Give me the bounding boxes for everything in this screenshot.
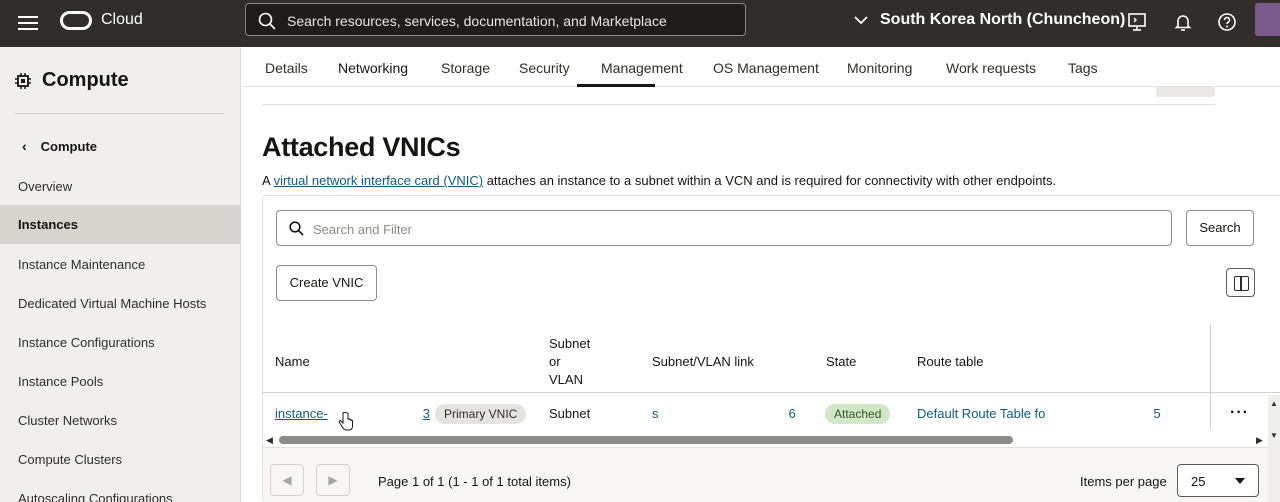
page-vertical-scrollbar[interactable]: ▲ ▼ [1268,395,1280,502]
table-header: Name Subnet or VLAN Subnet/VLAN link Sta… [263,324,1280,393]
search-filter-input[interactable]: Search and Filter [276,210,1172,246]
tab-security[interactable]: Security [519,60,570,76]
sidebar-back-link[interactable]: ‹ Compute [22,138,97,154]
scroll-left-icon[interactable]: ◀ [266,435,273,446]
redacted-text [658,407,789,422]
previous-page-button[interactable]: ◀ [270,464,304,496]
top-bar: Cloud Search resources, services, docume… [0,0,1280,47]
region-selector[interactable]: South Korea North (Chuncheon) [880,11,1125,29]
description-suffix: attaches an instance to a subnet within … [483,173,1057,188]
help-icon[interactable] [1216,11,1238,33]
cloud-shell-icon[interactable] [1126,11,1148,33]
sidebar-item-instances[interactable]: Instances [0,205,241,244]
route-table-link[interactable]: Default Route Table fo 5 [917,406,1161,422]
tab-storage[interactable]: Storage [441,60,490,76]
chevron-down-icon[interactable] [853,14,869,26]
subnet-link-end: 6 [788,406,796,421]
pagination-summary: Page 1 of 1 (1 - 1 of 1 total items) [378,474,571,489]
items-per-page-label: Items per page [1080,474,1167,489]
vnic-doc-link[interactable]: virtual network interface card (VNIC) [274,173,484,188]
sidebar-item-instance-configurations[interactable]: Instance Configurations [0,323,241,362]
sidebar-item-overview[interactable]: Overview [0,167,241,206]
sidebar-item-compute-clusters[interactable]: Compute Clusters [0,440,241,479]
tab-networking[interactable]: Networking [338,60,408,76]
vnics-panel: Search and Filter Search Create VNIC Nam… [262,195,1280,502]
redacted-text [1045,407,1154,422]
caret-down-icon [1235,478,1245,484]
sidebar-title-label: Compute [42,69,129,91]
subnet-link[interactable]: s6 [652,406,796,422]
truncated-button[interactable] [1156,87,1215,97]
search-button[interactable]: Search [1186,210,1254,246]
sidebar-item-instance-maintenance[interactable]: Instance Maintenance [0,245,241,284]
sidebar-item-cluster-networks[interactable]: Cluster Networks [0,401,241,440]
vnic-name-start: instance- [275,406,328,421]
global-search-input[interactable]: Search resources, services, documentatio… [245,3,746,36]
sidebar-item-instance-pools[interactable]: Instance Pools [0,362,241,401]
create-vnic-button[interactable]: Create VNIC [276,265,377,301]
route-table-end: 5 [1153,406,1161,421]
main-content: Attached VNICs A virtual network interfa… [242,87,1280,502]
chevron-left-icon: ‹ [22,138,27,154]
header-route-table[interactable]: Route table [917,354,984,369]
scroll-down-icon[interactable]: ▼ [1270,431,1278,440]
columns-toggle-icon[interactable] [1226,268,1255,297]
hand-cursor-icon [338,412,353,431]
sidebar: Compute ‹ Compute Overview Instances Ins… [0,47,241,502]
global-search-placeholder: Search resources, services, documentatio… [287,13,667,29]
header-subnet-or-vlan-1[interactable]: Subnet [549,336,590,351]
search-icon [289,221,304,236]
header-name[interactable]: Name [275,354,310,369]
tab-os-management[interactable]: OS Management [713,60,819,76]
horizontal-scrollbar[interactable]: ◀ ▶ [263,433,1280,447]
vnic-name-end: 3 [422,406,430,421]
brand-label[interactable]: Cloud [101,11,143,29]
notifications-bell-icon[interactable] [1172,11,1194,33]
tab-details[interactable]: Details [265,60,308,76]
section-description: A virtual network interface card (VNIC) … [262,173,1056,188]
detail-tabs: Details Networking Storage Security Mana… [242,47,1280,87]
tab-work-requests[interactable]: Work requests [946,60,1036,76]
header-state[interactable]: State [826,354,856,369]
scrollbar-thumb[interactable] [279,436,1013,444]
route-table-start: Default Route Table fo [917,406,1046,421]
next-page-button[interactable]: ▶ [316,464,350,496]
scroll-right-icon[interactable]: ▶ [1256,435,1263,446]
section-divider [262,104,1215,105]
search-icon [258,12,276,30]
search-filter-placeholder: Search and Filter [313,222,412,237]
vnic-type: Subnet [549,406,591,421]
items-per-page-value: 25 [1191,474,1206,489]
row-actions-icon[interactable]: ··· [1230,404,1249,422]
tab-management[interactable]: Management [601,60,683,76]
sidebar-item-autoscaling-configurations[interactable]: Autoscaling Configurations [0,479,241,502]
state-badge: Attached [825,404,891,424]
header-subnet-or-vlan-3: VLAN [549,372,583,387]
tab-monitoring[interactable]: Monitoring [847,60,912,76]
table-row: instance- 3 Primary VNIC Subnet s6 Attach… [263,394,1280,432]
items-per-page-select[interactable]: 25 [1177,464,1259,497]
description-prefix: A [262,173,274,188]
section-title: Attached VNICs [262,132,461,162]
sidebar-divider [14,113,224,114]
oracle-logo-icon[interactable] [60,11,92,30]
sidebar-back-label: Compute [40,138,98,154]
scroll-up-icon[interactable]: ▲ [1270,399,1278,408]
user-avatar[interactable] [1255,3,1280,36]
pagination-bar: ◀ ▶ Page 1 of 1 (1 - 1 of 1 total items)… [263,447,1280,502]
tab-tags[interactable]: Tags [1068,60,1098,76]
primary-vnic-badge: Primary VNIC [435,404,527,424]
sidebar-title: Compute [14,69,129,92]
header-subnet-vlan-link[interactable]: Subnet/VLAN link [652,354,754,369]
header-subnet-or-vlan-2: or [549,354,561,369]
sidebar-item-dedicated-vm-hosts[interactable]: Dedicated Virtual Machine Hosts [0,284,241,323]
compute-chip-icon [15,72,31,89]
menu-icon[interactable] [18,13,38,31]
